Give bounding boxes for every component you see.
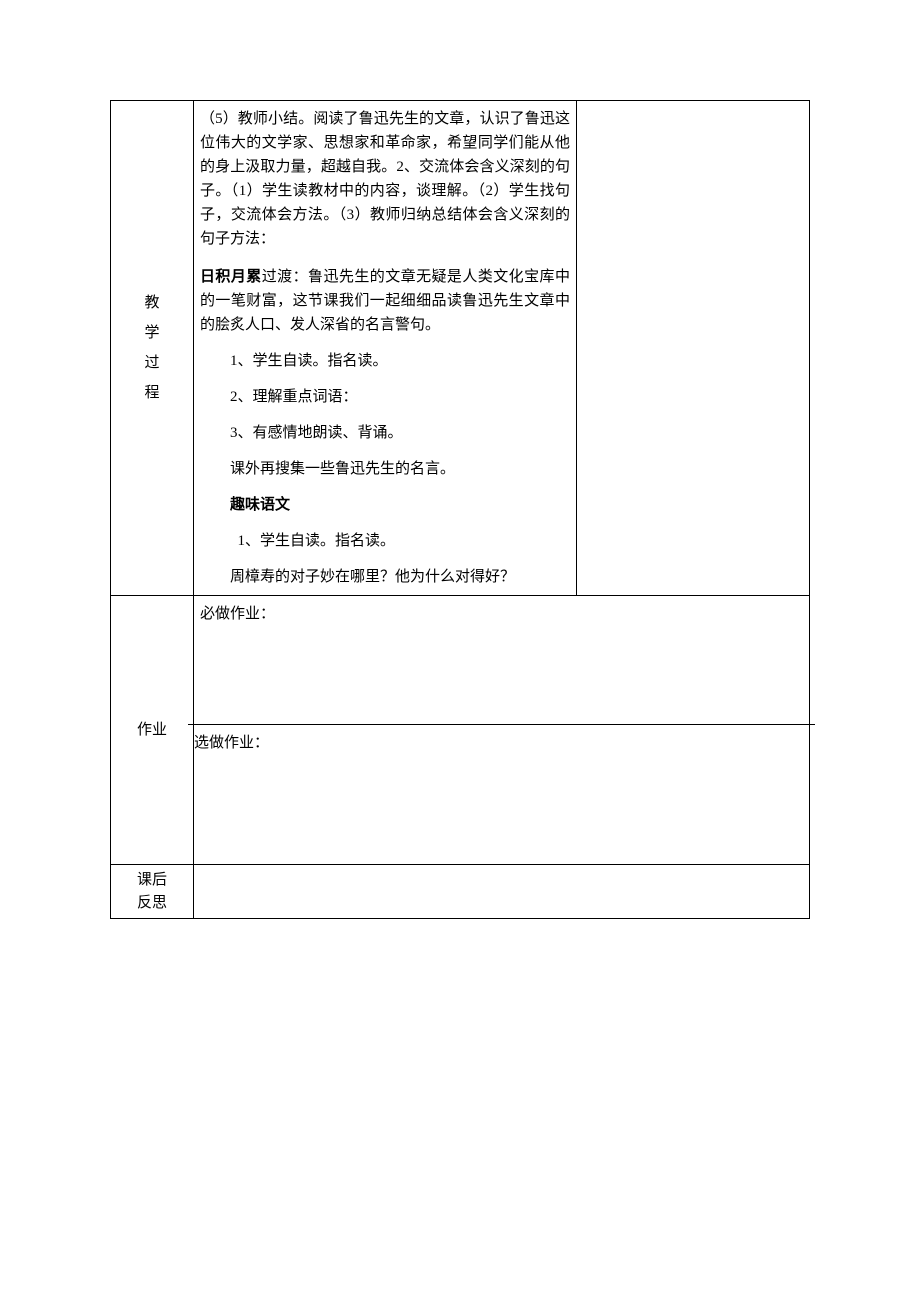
row-homework: 作业 必做作业： 选做作业： — [111, 596, 810, 865]
homework-optional-block: 选做作业： — [188, 724, 815, 839]
label-cell-homework: 作业 — [111, 596, 194, 865]
homework-required-block: 必做作业： — [194, 596, 809, 724]
process-extra: 课外再搜集一些鲁迅先生的名言。 — [200, 457, 570, 481]
content-cell-homework: 必做作业： 选做作业： — [194, 596, 810, 865]
process-label: 教 学 过 程 — [117, 288, 187, 408]
fun-chinese-heading: 趣味语文 — [200, 493, 570, 517]
fun-item-2: 周樟寿的对子妙在哪里？他为什么对得好？ — [200, 565, 570, 589]
process-label-char4: 程 — [144, 378, 159, 408]
reflection-label-line2: 反思 — [137, 892, 167, 915]
label-cell-process: 教 学 过 程 — [111, 101, 194, 596]
homework-label: 作业 — [117, 600, 187, 860]
accumulation-paragraph: 日积月累过渡：鲁迅先生的文章无疑是人类文化宝库中的一笔财富，这节课我们一起细细品… — [200, 265, 570, 337]
content-cell-process: （5）教师小结。阅读了鲁迅先生的文章，认识了鲁迅这位伟大的文学家、思想家和革命家… — [194, 101, 577, 596]
label-cell-reflection: 课后 反思 — [111, 865, 194, 919]
content-cell-reflection — [194, 865, 810, 919]
process-paragraph-1: （5）教师小结。阅读了鲁迅先生的文章，认识了鲁迅这位伟大的文学家、思想家和革命家… — [200, 107, 570, 251]
right-cell-process — [577, 101, 810, 596]
process-label-char1: 教 — [144, 288, 159, 318]
process-item-1: 1、学生自读。指名读。 — [200, 349, 570, 373]
homework-optional-label: 选做作业： — [194, 731, 809, 755]
homework-required-label: 必做作业： — [200, 602, 803, 626]
process-label-char3: 过 — [144, 348, 159, 378]
lesson-plan-table: 教 学 过 程 （5）教师小结。阅读了鲁迅先生的文章，认识了鲁迅这位伟大的文学家… — [110, 100, 810, 919]
reflection-label: 课后 反思 — [117, 869, 187, 914]
document-page: 教 学 过 程 （5）教师小结。阅读了鲁迅先生的文章，认识了鲁迅这位伟大的文学家… — [0, 0, 920, 1302]
fun-item-1: 1、学生自读。指名读。 — [200, 529, 570, 553]
reflection-label-line1: 课后 — [137, 869, 167, 892]
row-reflection: 课后 反思 — [111, 865, 810, 919]
process-item-3: 3、有感情地朗读、背诵。 — [200, 421, 570, 445]
row-process: 教 学 过 程 （5）教师小结。阅读了鲁迅先生的文章，认识了鲁迅这位伟大的文学家… — [111, 101, 810, 596]
accumulation-label: 日积月累 — [200, 269, 262, 285]
process-item-2: 2、理解重点词语： — [200, 385, 570, 409]
process-label-char2: 学 — [144, 318, 159, 348]
